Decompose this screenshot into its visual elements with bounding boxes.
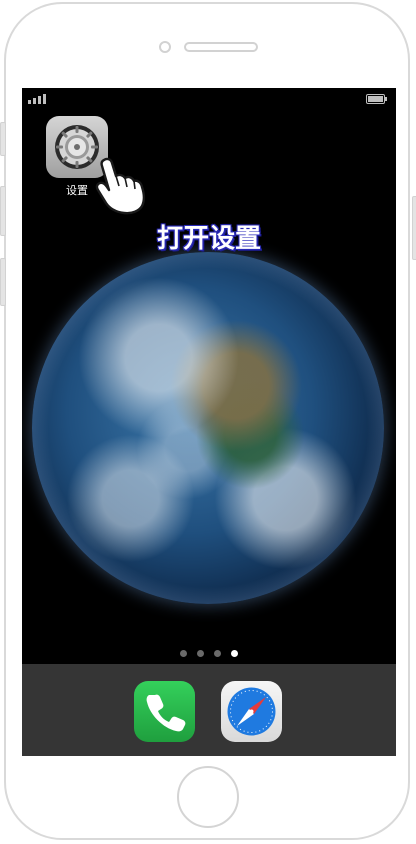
safari-icon [227,687,276,736]
phone-app[interactable] [134,681,195,742]
earpiece-speaker [184,42,258,52]
safari-app[interactable] [221,681,282,742]
hand-pointer-icon [95,157,146,215]
power-button [412,196,416,260]
home-screen: 设置 打开设置 [22,88,396,756]
page-dot [214,650,221,657]
page-dot-active [231,650,238,657]
volume-up-button [0,122,6,156]
mute-switch [0,258,6,306]
battery-icon [366,94,387,104]
page-dot [197,650,204,657]
volume-down-button [0,186,6,236]
earth-atmosphere-glow [32,252,384,604]
dock [22,664,396,756]
page-indicator[interactable] [180,650,238,657]
signal-bars-icon [28,94,46,104]
home-button[interactable] [177,766,239,828]
front-camera [159,41,171,53]
instruction-text: 打开设置 [156,224,261,254]
phone-icon [146,694,186,732]
page-dot [180,650,187,657]
